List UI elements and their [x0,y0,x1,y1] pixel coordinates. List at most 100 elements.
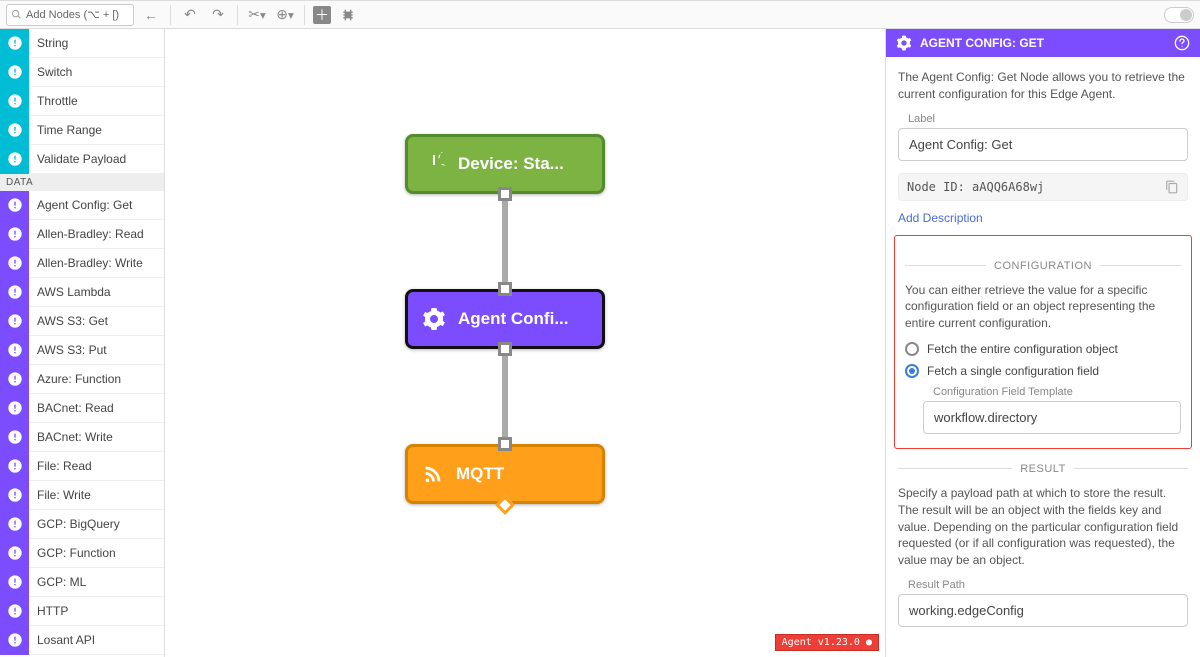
palette-item-validate-payload[interactable]: Validate Payload [0,145,164,174]
node-title: Device: Sta... [458,154,564,174]
clock-icon [0,116,29,145]
palette-item-aws-lambda[interactable]: AWS Lambda [0,278,164,307]
palette-item-http[interactable]: HTTP [0,597,164,626]
rss-icon [422,463,444,485]
cut-button[interactable]: ✂▾ [246,4,268,26]
s3-icon [0,307,29,336]
add-button[interactable]: ＋ [313,6,331,24]
section-header-result: RESULT [898,463,1188,475]
palette-item-label: AWS Lambda [29,285,111,299]
palette-item-aws-s3-get[interactable]: AWS S3: Get [0,307,164,336]
file-icon [0,481,29,510]
ab-icon [0,249,29,278]
palette-item-label: AWS S3: Put [29,343,107,357]
node-id-value: aAQQ6A68wj [972,180,1044,194]
palette-item-azure-function[interactable]: Azure: Function [0,365,164,394]
zoom-button[interactable]: ⊕▾ [274,4,296,26]
palette-item-file-write[interactable]: File: Write [0,481,164,510]
node-mqtt[interactable]: MQTT [405,444,605,504]
panel-description: The Agent Config: Get Node allows you to… [898,69,1188,103]
validate-icon [0,145,29,174]
gcp-icon [0,539,29,568]
result-path-label: Result Path [908,579,1188,591]
back-button[interactable]: ← [140,4,162,26]
palette-item-label: Azure: Function [29,372,121,386]
palette-item-gcp-bigquery[interactable]: GCP: BigQuery [0,510,164,539]
radio-fetch-all[interactable]: Fetch the entire configuration object [905,342,1181,356]
palette-item-switch[interactable]: Switch [0,58,164,87]
radio-icon [905,364,919,378]
gcp-icon [0,510,29,539]
switch-icon [0,58,29,87]
palette-item-label: GCP: BigQuery [29,517,120,531]
palette-item-gcp-ml[interactable]: GCP: ML [0,568,164,597]
palette-item-label: Allen-Bradley: Read [29,227,144,241]
node-palette: String Switch ThrottleTime RangeValidate P… [0,29,165,657]
result-description: Specify a payload path at which to store… [898,485,1188,569]
throttle-icon [0,87,29,116]
copy-icon[interactable] [1165,180,1179,194]
debug-button[interactable] [337,4,359,26]
output-port[interactable] [498,187,512,201]
node-id-label: Node ID: [907,180,965,194]
node-agent-config[interactable]: Agent Confi... [405,289,605,349]
palette-item-agent-config-get[interactable]: Agent Config: Get [0,191,164,220]
palette-item-label: BACnet: Write [29,430,113,444]
palette-item-file-read[interactable]: File: Read [0,452,164,481]
palette-item-label: Allen-Bradley: Write [29,256,143,270]
palette-item-allen-bradley-write[interactable]: Allen-Bradley: Write [0,249,164,278]
http-icon [0,597,29,626]
debug-toggle[interactable] [1164,7,1194,23]
input-port[interactable] [498,282,512,296]
azure-icon [0,365,29,394]
toolbar: Add Nodes (⌥ + [) ← ↶ ↷ ✂▾ ⊕▾ ＋ [0,1,1200,29]
palette-item-allen-bradley-read[interactable]: Allen-Bradley: Read [0,220,164,249]
palette-item-label: AWS S3: Get [29,314,108,328]
add-description-link[interactable]: Add Description [898,211,983,225]
palette-item-aws-s3-put[interactable]: AWS S3: Put [0,336,164,365]
undo-button[interactable]: ↶ [179,4,201,26]
palette-item-label: String [29,36,68,50]
result-path-input[interactable] [898,594,1188,627]
palette-item-time-range[interactable]: Time Range [0,116,164,145]
search-placeholder: Add Nodes (⌥ + [) [26,8,119,21]
palette-item-bacnet-write[interactable]: BACnet: Write [0,423,164,452]
radio-label: Fetch the entire configuration object [927,342,1118,356]
output-port[interactable] [498,342,512,356]
palette-item-losant-api[interactable]: Losant API [0,626,164,655]
file-icon [0,452,29,481]
separator [237,5,238,25]
palette-item-bacnet-read[interactable]: BACnet: Read [0,394,164,423]
palette-item-label: Losant API [29,633,95,647]
palette-item-throttle[interactable]: Throttle [0,87,164,116]
radio-icon [905,342,919,356]
config-template-input[interactable] [923,401,1181,434]
output-port[interactable] [495,495,515,515]
separator [304,5,305,25]
gcp-icon [0,568,29,597]
s3-icon [0,336,29,365]
search-icon [11,9,22,20]
configuration-section: CONFIGURATION You can either retrieve th… [894,235,1192,449]
label-input[interactable] [898,128,1188,161]
palette-item-gcp-function[interactable]: GCP: Function [0,539,164,568]
redo-button[interactable]: ↷ [207,4,229,26]
config-panel: AGENT CONFIG: GET The Agent Config: Get … [885,29,1200,657]
input-port[interactable] [498,437,512,451]
label-field-label: Label [908,113,1188,125]
node-id-box: Node ID: aAQQ6A68wj [898,173,1188,201]
palette-item-label: Switch [29,65,72,79]
node-device-state[interactable]: Device: Sta... [405,134,605,194]
search-input[interactable]: Add Nodes (⌥ + [) [6,4,134,26]
palette-item-string[interactable]: String [0,29,164,58]
api-icon [0,626,29,655]
radio-label: Fetch a single configuration field [927,364,1099,378]
gear-icon [422,307,446,331]
radio-fetch-single[interactable]: Fetch a single configuration field [905,364,1181,378]
help-icon[interactable] [1174,35,1190,51]
string-icon [0,29,29,58]
palette-item-label: Agent Config: Get [29,198,132,212]
lambda-icon [0,278,29,307]
workflow-canvas[interactable]: Device: Sta... Agent Confi... MQTT Agent… [165,29,885,657]
palette-item-label: GCP: Function [29,546,116,560]
